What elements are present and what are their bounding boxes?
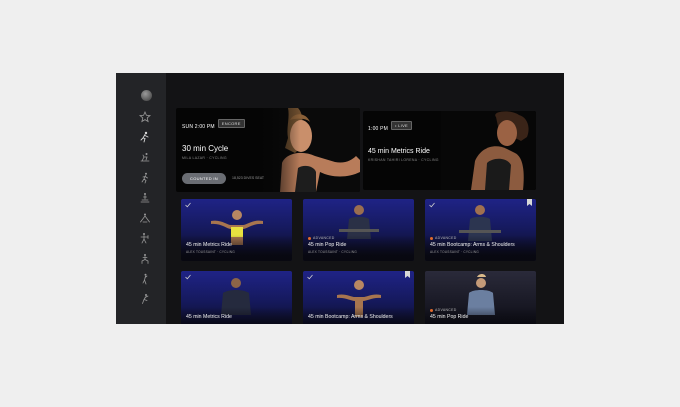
bookmark-icon[interactable] — [405, 271, 410, 278]
class-subtitle: MILA LAZAR · CYCLING — [182, 156, 227, 160]
bookmark-icon[interactable] — [527, 199, 532, 206]
walking-icon[interactable] — [138, 191, 152, 205]
featured-class-card[interactable]: 1:00 PM• LIVE 45 min Metrics Ride KRISHA… — [363, 111, 536, 190]
completed-check-icon — [185, 202, 191, 208]
completed-check-icon — [429, 202, 435, 208]
all-classes-icon[interactable] — [138, 130, 152, 144]
completed-check-icon — [307, 274, 313, 280]
class-title: 45 min Metrics Ride — [186, 242, 232, 248]
difficulty-dot — [430, 236, 433, 240]
strength-icon[interactable] — [138, 231, 152, 245]
encore-tag: ENCORE — [217, 119, 245, 129]
difficulty-dot — [308, 236, 311, 240]
class-subtitle: ALEX TOUSSAINT · CYCLING — [186, 250, 235, 254]
completed-check-icon — [185, 274, 191, 280]
running-icon[interactable] — [138, 171, 152, 185]
meditation-icon[interactable] — [138, 272, 152, 286]
class-subtitle: ALEX TOUSSAINT · CYCLING — [308, 250, 357, 254]
class-title: 45 min Pop Ride — [308, 242, 347, 248]
cardio-icon[interactable] — [138, 292, 152, 306]
class-card[interactable]: 45 min Bootcamp: Arms & Shoulders — [303, 271, 414, 324]
difficulty-dot — [430, 308, 433, 312]
class-card[interactable]: ADVANCED 45 min Bootcamp: Arms & Shoulde… — [425, 199, 536, 261]
class-title: 45 min Metrics Ride — [186, 314, 232, 320]
class-card[interactable]: ADVANCED 45 min Pop Ride ALEX TOUSSAINT … — [303, 199, 414, 261]
class-subtitle: KRISHAN TAHIRI LORENA · CYCLING — [368, 158, 439, 162]
class-card[interactable]: 45 min Metrics Ride — [181, 271, 292, 324]
class-time: 1:00 PM — [368, 126, 389, 132]
profile-avatar-icon[interactable] — [141, 90, 152, 101]
app-screen: SUN 2:00 PMENCORE 30 min Cycle MILA LAZA… — [116, 73, 564, 324]
star-icon[interactable] — [138, 110, 152, 124]
difficulty-label: ADVANCED — [430, 308, 457, 312]
counted-in-button[interactable]: COUNTED IN — [182, 173, 226, 184]
main-content: SUN 2:00 PMENCORE 30 min Cycle MILA LAZA… — [166, 73, 564, 324]
sidebar — [116, 73, 166, 324]
featured-class-card[interactable]: SUN 2:00 PMENCORE 30 min Cycle MILA LAZA… — [176, 108, 360, 192]
live-tag: • LIVE — [391, 121, 413, 131]
yoga-icon[interactable] — [138, 211, 152, 225]
stretching-icon[interactable] — [138, 252, 152, 266]
class-card[interactable]: 45 min Metrics Ride ALEX TOUSSAINT · CYC… — [181, 199, 292, 261]
class-title: 45 min Bootcamp: Arms & Shoulders — [430, 242, 515, 248]
class-time: SUN 2:00 PM — [182, 124, 215, 130]
class-title: 45 min Bootcamp: Arms & Shoulders — [308, 314, 393, 320]
class-title: 45 min Metrics Ride — [368, 148, 430, 155]
class-title: 45 min Pop Ride — [430, 314, 469, 320]
class-title: 30 min Cycle — [182, 144, 229, 153]
class-subtitle: ALEX TOUSSAINT · CYCLING — [430, 250, 479, 254]
signup-count: 18,523 DIVES SEAT — [232, 176, 265, 180]
difficulty-label: ADVANCED — [308, 236, 335, 240]
class-card[interactable]: ADVANCED 45 min Pop Ride — [425, 271, 536, 324]
difficulty-label: ADVANCED — [430, 236, 457, 240]
cycling-icon[interactable] — [138, 151, 152, 165]
